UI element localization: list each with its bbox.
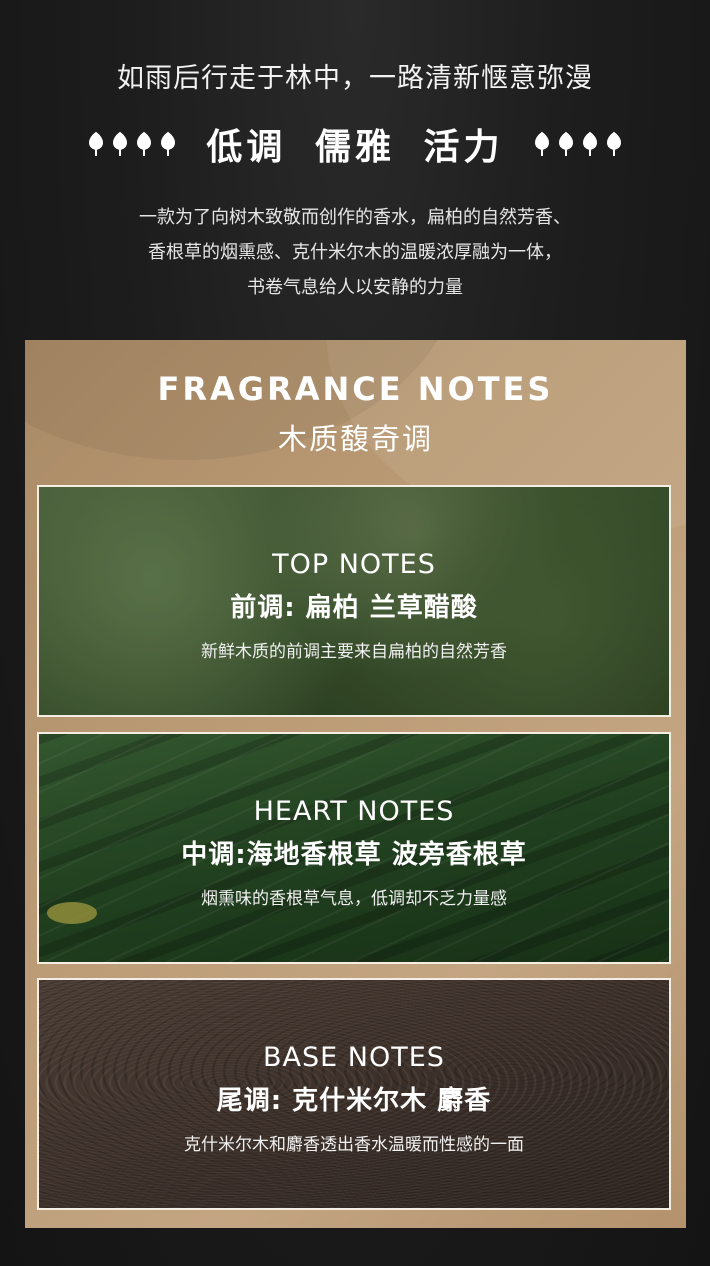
tagline-word: 低调 bbox=[206, 127, 287, 168]
headline: 如雨后行走于林中，一路清新惬意弥漫 bbox=[117, 63, 593, 94]
base-notes-card: BASE NOTES 尾调: 克什米尔木 麝香 克什米尔木和麝香透出香水温暖而性… bbox=[37, 978, 671, 1210]
note-title-cn: 尾调: 克什米尔木 麝香 bbox=[216, 1086, 492, 1116]
leaf-icon bbox=[137, 131, 152, 156]
panel-title-en: FRAGRANCE NOTES bbox=[157, 370, 554, 408]
description: 一款为了向树木致敬而创作的香水，扁柏的自然芳香、 香根草的烟熏感、克什米尔木的温… bbox=[0, 200, 710, 305]
leaf-icon bbox=[534, 131, 549, 156]
panel-title-cn: 木质馥奇调 bbox=[277, 422, 433, 456]
leaf-decoration-right bbox=[532, 131, 624, 157]
note-description: 克什米尔木和麝香透出香水温暖而性感的一面 bbox=[184, 1135, 524, 1155]
note-title-en: BASE NOTES bbox=[263, 1042, 445, 1073]
leaf-icon bbox=[89, 131, 104, 156]
note-title-cn: 中调:海地香根草 波旁香根草 bbox=[181, 840, 527, 870]
leaf-icon bbox=[113, 131, 128, 156]
leaf-icon bbox=[606, 131, 621, 156]
tagline: 低调 儒雅 活力 bbox=[200, 118, 509, 170]
note-description: 新鲜木质的前调主要来自扁柏的自然芳香 bbox=[201, 642, 507, 662]
note-title-en: TOP NOTES bbox=[272, 549, 436, 580]
top-notes-card: TOP NOTES 前调: 扁柏 兰草醋酸 新鲜木质的前调主要来自扁柏的自然芳香 bbox=[37, 485, 671, 717]
fragrance-notes-panel: FRAGRANCE NOTES 木质馥奇调 TOP NOTES 前调: 扁柏 兰… bbox=[25, 340, 686, 1228]
leaf-decoration-left bbox=[86, 131, 178, 157]
leaf-icon bbox=[582, 131, 597, 156]
note-title-en: HEART NOTES bbox=[253, 796, 455, 827]
tagline-word: 活力 bbox=[423, 127, 504, 168]
description-line: 一款为了向树木致敬而创作的香水，扁柏的自然芳香、 bbox=[139, 207, 571, 228]
leaf-icon bbox=[161, 131, 176, 156]
tagline-row: 低调 儒雅 活力 bbox=[0, 118, 710, 170]
leaf-icon bbox=[558, 131, 573, 156]
note-description: 烟熏味的香根草气息，低调却不乏力量感 bbox=[201, 889, 507, 909]
heart-notes-card: HEART NOTES 中调:海地香根草 波旁香根草 烟熏味的香根草气息，低调却… bbox=[37, 732, 671, 964]
note-title-cn: 前调: 扁柏 兰草醋酸 bbox=[230, 593, 478, 623]
description-line: 香根草的烟熏感、克什米尔木的温暖浓厚融为一体， bbox=[148, 242, 562, 263]
tagline-word: 儒雅 bbox=[314, 127, 395, 168]
description-line: 书卷气息给人以安静的力量 bbox=[247, 277, 463, 298]
